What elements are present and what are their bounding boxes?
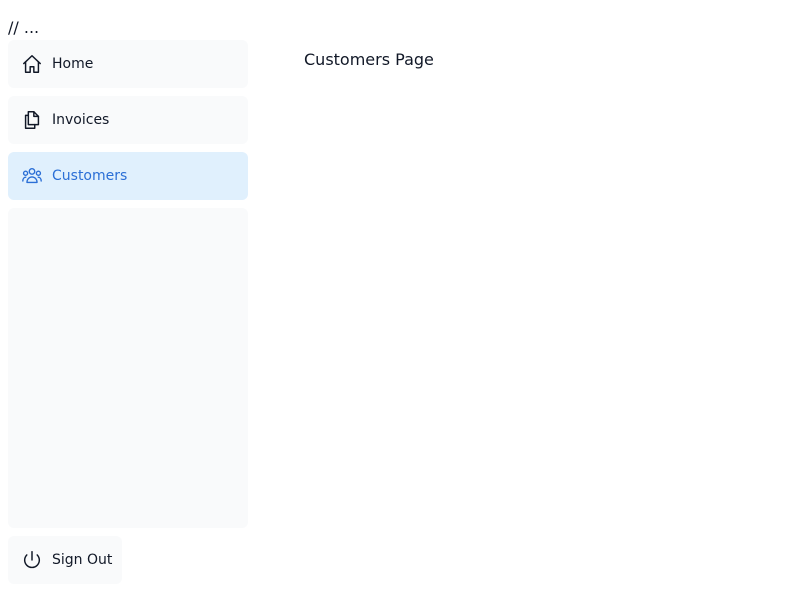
sidebar-item-home[interactable]: Home <box>8 40 248 88</box>
sidebar-spacer <box>8 208 248 528</box>
document-duplicate-icon <box>20 108 44 132</box>
home-icon <box>20 52 44 76</box>
sidebar-item-invoices[interactable]: Invoices <box>8 96 248 144</box>
sidebar-nav: Home Invoices Customers <box>8 40 248 208</box>
sidebar-item-customers[interactable]: Customers <box>8 152 248 200</box>
sidebar-item-label: Customers <box>52 168 128 184</box>
sidebar-item-label: Invoices <box>52 112 110 128</box>
power-icon <box>20 548 44 572</box>
user-group-icon <box>20 164 44 188</box>
sign-out-button[interactable]: Sign Out <box>8 536 122 584</box>
app-page: // ... Home Invoices Customers Sign Out … <box>0 0 800 600</box>
top-comment-text: // ... <box>8 18 40 37</box>
sign-out-label: Sign Out <box>52 552 113 568</box>
page-title: Customers Page <box>304 50 434 69</box>
sidebar-item-label: Home <box>52 56 94 72</box>
